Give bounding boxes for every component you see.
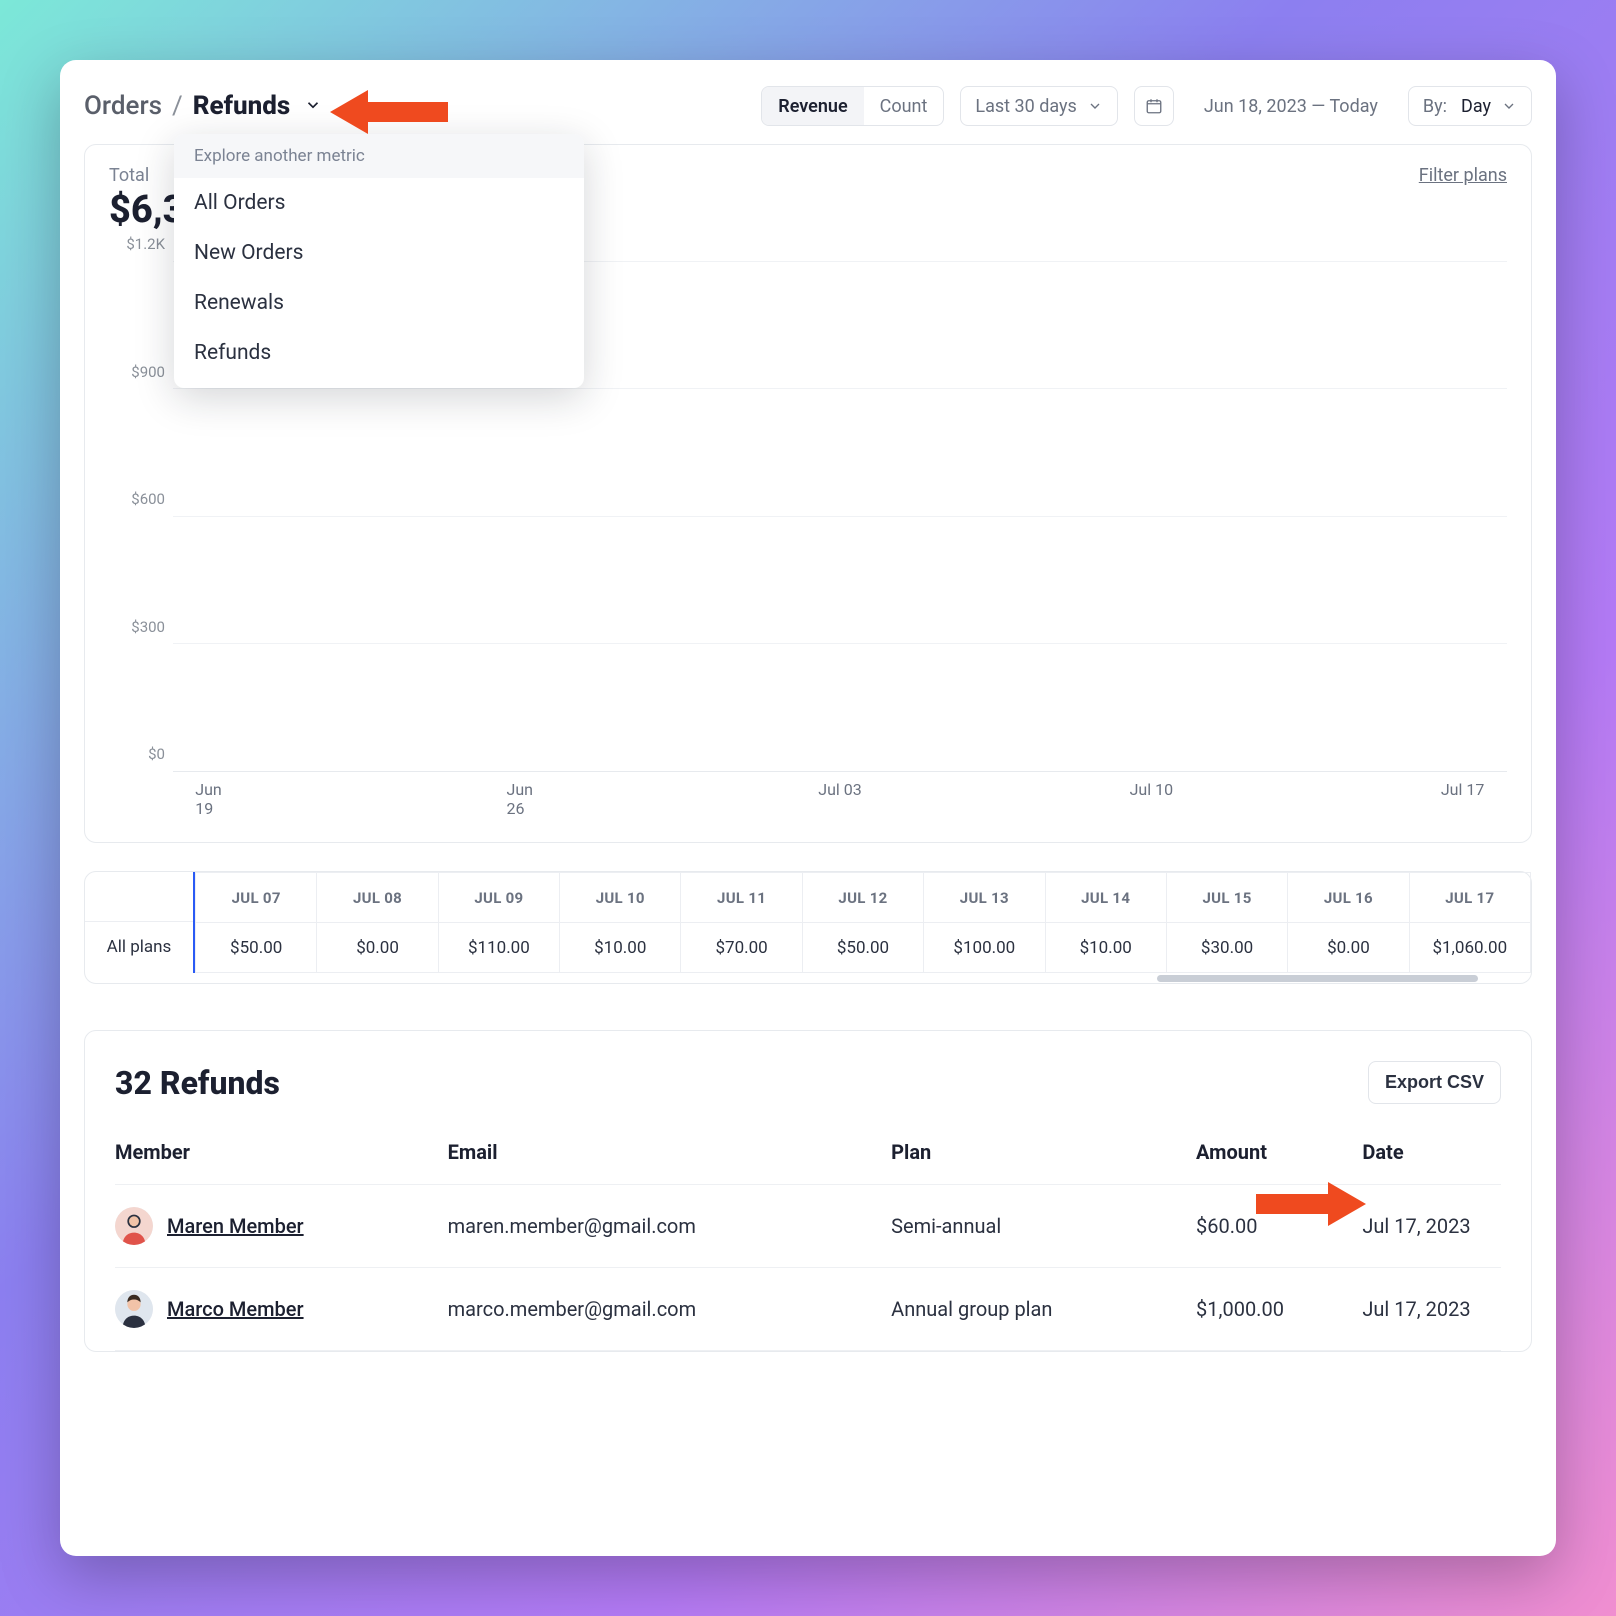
strip-row-label: All plans — [85, 922, 193, 972]
col-email: Email — [448, 1130, 892, 1185]
metric-toggle[interactable]: Revenue Count — [761, 86, 944, 126]
calendar-icon — [1145, 97, 1163, 115]
member-name-link[interactable]: Maren Member — [167, 1214, 304, 1238]
strip-col-header: JUL 08 — [317, 873, 438, 923]
strip-col-header: JUL 15 — [1166, 873, 1287, 923]
y-axis-tick: $0 — [148, 745, 165, 763]
metric-dropdown-item[interactable]: All Orders — [174, 178, 584, 228]
metric-dropdown-item[interactable]: Renewals — [174, 278, 584, 328]
strip-col-header: JUL 12 — [802, 873, 923, 923]
strip-col-header: JUL 07 — [196, 873, 317, 923]
horizontal-scrollbar[interactable] — [195, 973, 1531, 983]
strip-col-header: JUL 14 — [1045, 873, 1166, 923]
y-axis-tick: $300 — [131, 618, 165, 636]
date-range-display: Jun 18, 2023 — Today — [1190, 86, 1392, 126]
refund-date: Jul 17, 2023 — [1362, 1268, 1501, 1351]
col-date: Date — [1362, 1130, 1501, 1185]
data-strip: All plans JUL 07JUL 08JUL 09JUL 10JUL 11… — [84, 871, 1532, 984]
annotation-arrow-export — [1256, 1176, 1366, 1232]
metric-toggle-count[interactable]: Count — [864, 87, 944, 125]
breadcrumb[interactable]: Orders / Refunds — [84, 91, 322, 121]
strip-col-header: JUL 16 — [1288, 873, 1409, 923]
strip-cell: $50.00 — [196, 923, 317, 973]
strip-cell: $50.00 — [802, 923, 923, 973]
breadcrumb-current[interactable]: Refunds — [193, 91, 291, 121]
annotation-arrow-breadcrumb — [330, 84, 450, 140]
member-name-link[interactable]: Marco Member — [167, 1297, 304, 1321]
metric-dropdown[interactable]: Explore another metric All Orders New Or… — [174, 134, 584, 388]
strip-cell: $1,060.00 — [1409, 923, 1530, 973]
metric-dropdown-item[interactable]: New Orders — [174, 228, 584, 278]
metric-dropdown-item[interactable]: Refunds — [174, 328, 584, 378]
metric-toggle-revenue[interactable]: Revenue — [762, 87, 863, 125]
export-csv-button[interactable]: Export CSV — [1368, 1061, 1501, 1104]
x-axis-label: Jul 03 — [818, 780, 862, 799]
strip-col-header: JUL 13 — [924, 873, 1045, 923]
plan-name: Semi-annual — [891, 1185, 1196, 1268]
refunds-title: 32 Refunds — [115, 1064, 280, 1102]
chevron-down-icon — [1501, 98, 1517, 114]
strip-cell: $70.00 — [681, 923, 802, 973]
x-axis-label: Jun 26 — [507, 780, 551, 818]
granularity-select[interactable]: By: Day — [1408, 86, 1532, 126]
col-plan: Plan — [891, 1130, 1196, 1185]
x-axis-label: Jun 19 — [195, 780, 239, 818]
chevron-down-icon — [1087, 98, 1103, 114]
strip-col-header: JUL 17 — [1409, 873, 1530, 923]
table-row[interactable]: Marco Member marco.member@gmail.com Annu… — [115, 1268, 1501, 1351]
member-email: maren.member@gmail.com — [448, 1185, 892, 1268]
breadcrumb-root[interactable]: Orders — [84, 91, 162, 121]
x-axis-label: Jul 10 — [1130, 780, 1174, 799]
y-axis-tick: $900 — [131, 363, 165, 381]
chevron-down-icon[interactable] — [304, 91, 322, 121]
strip-cell: $10.00 — [1045, 923, 1166, 973]
member-email: marco.member@gmail.com — [448, 1268, 892, 1351]
strip-cell: $30.00 — [1166, 923, 1287, 973]
x-axis-label: Jul 17 — [1441, 780, 1485, 799]
strip-cell: $10.00 — [560, 923, 681, 973]
strip-col-header: JUL 09 — [438, 873, 559, 923]
col-member: Member — [115, 1130, 448, 1185]
calendar-button[interactable] — [1134, 86, 1174, 126]
date-range-select[interactable]: Last 30 days — [960, 86, 1117, 126]
strip-cell: $100.00 — [924, 923, 1045, 973]
avatar — [115, 1207, 153, 1245]
metric-dropdown-header: Explore another metric — [174, 134, 584, 178]
strip-cell: $0.00 — [1288, 923, 1409, 973]
plan-name: Annual group plan — [891, 1268, 1196, 1351]
strip-col-header: JUL 11 — [681, 873, 802, 923]
filter-plans-link[interactable]: Filter plans — [1419, 165, 1507, 186]
y-axis-tick: $600 — [131, 490, 165, 508]
strip-cell: $0.00 — [317, 923, 438, 973]
strip-col-header: JUL 10 — [560, 873, 681, 923]
refund-amount: $1,000.00 — [1196, 1268, 1362, 1351]
avatar — [115, 1290, 153, 1328]
strip-cell: $110.00 — [438, 923, 559, 973]
y-axis-tick: $1.2K — [126, 235, 165, 253]
refund-date: Jul 17, 2023 — [1362, 1185, 1501, 1268]
